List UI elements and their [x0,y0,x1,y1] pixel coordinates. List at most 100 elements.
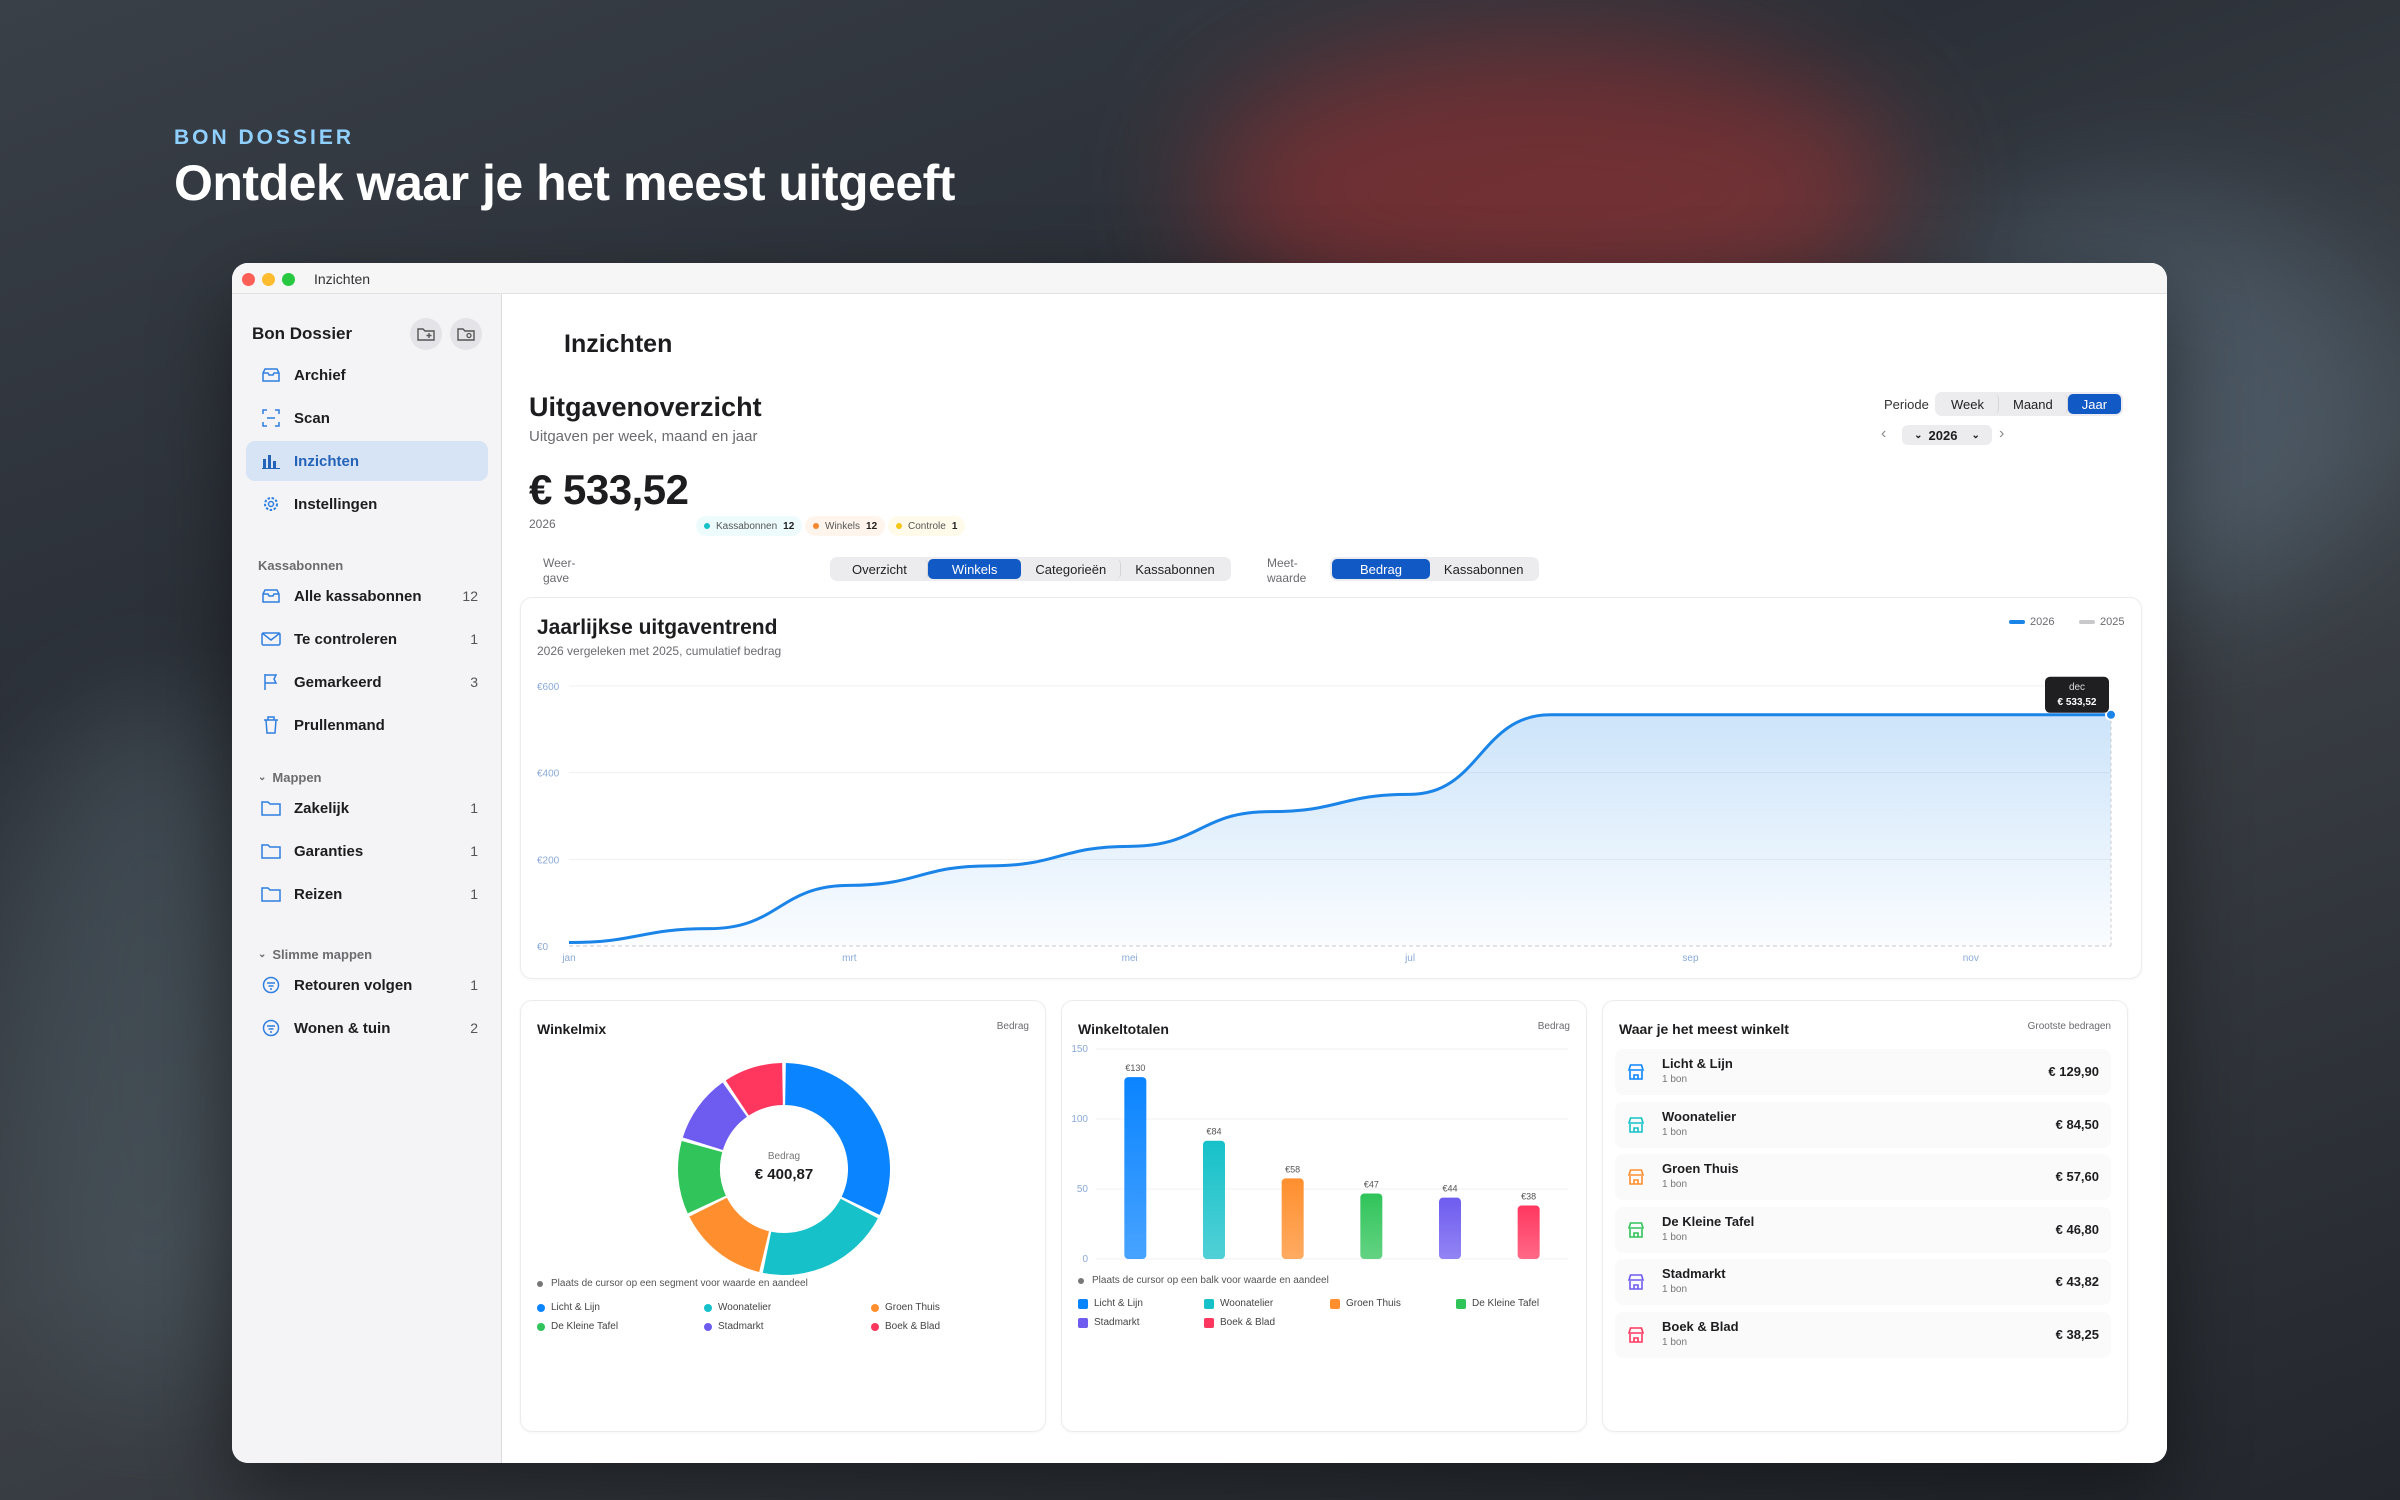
sidebar: Bon Dossier Archief Scan Inzichten Inste… [232,294,502,1463]
legend-item: Woonatelier [1204,1298,1330,1309]
periode-jaar[interactable]: Jaar [2067,394,2122,414]
store-row[interactable]: Groen Thuis 1 bon € 57,60 [1615,1154,2111,1200]
bar [1281,1178,1304,1259]
sidebar-item-label: Gemarkeerd [294,673,382,691]
donut-chart[interactable]: Bedrag € 400,87 [521,1031,1047,1311]
year-picker[interactable]: ⌄ 2026 ⌄ [1902,425,1992,445]
sidebar-item-te-controleren[interactable]: Te controleren 1 [246,619,488,659]
sidebar-item-prullenmand[interactable]: Prullenmand [246,705,488,745]
legend-swatch [1456,1298,1466,1309]
x-tick-label: jul [1404,953,1415,964]
close-window-button[interactable] [242,273,255,286]
weergave-winkels[interactable]: Winkels [927,559,1022,579]
next-year-button[interactable]: › [1999,425,2004,443]
legend-label: Stadmarkt [1094,1317,1140,1328]
sidebar-item-zakelijk[interactable]: Zakelijk 1 [246,788,488,828]
sidebar-item-retouren-volgen[interactable]: Retouren volgen 1 [246,965,488,1005]
sidebar-item-reizen[interactable]: Reizen 1 [246,874,488,914]
sidebar-item-scan[interactable]: Scan [246,398,488,438]
tooltip-month: dec [2069,682,2085,693]
sidebar-item-inzichten[interactable]: Inzichten [246,441,488,481]
legend-label: Licht & Lijn [551,1302,600,1313]
legend-item: Stadmarkt [1078,1317,1204,1328]
trend-chart[interactable]: €600 €400 €200 €0 jan mrt mei jul sep nov dec € 533… [521,598,2141,978]
store-row[interactable]: De Kleine Tafel 1 bon € 46,80 [1615,1206,2111,1253]
previous-year-button[interactable]: ‹ [1881,425,1886,443]
sidebar-item-garanties[interactable]: Garanties 1 [246,831,488,871]
legend-swatch [704,1303,712,1312]
store-receipts: 1 bon [1662,1126,1688,1138]
store-receipts: 1 bon [1662,1074,1688,1085]
weergave-label-line: gave [543,571,570,585]
legend-swatch [537,1303,545,1312]
legend-item: De Kleine Tafel [537,1321,704,1332]
storefront-icon [1627,1274,1645,1290]
periode-maand[interactable]: Maand [1999,394,2068,414]
legend-swatch [1078,1298,1088,1309]
chevron-down-icon: ⌄ [1971,429,1980,441]
sidebar-item-count: 1 [470,843,478,859]
weergave-kassabonnen[interactable]: Kassabonnen [1121,559,1229,579]
legend-label: Stadmarkt [718,1321,764,1332]
chevron-down-icon: ⌄ [1914,429,1923,441]
store-row[interactable]: Licht & Lijn 1 bon € 129,90 [1615,1049,2111,1095]
store-receipts: 1 bon [1662,1179,1688,1190]
sidebar-item-instellingen[interactable]: Instellingen [246,484,488,524]
x-tick-label: sep [1682,953,1699,964]
weergave-overzicht[interactable]: Overzicht [832,559,928,579]
weergave-segmented-control: Overzicht Winkels Categorieën Kassabonne… [830,557,1231,581]
legend-label: Woonatelier [1220,1298,1274,1309]
legend-swatch [1330,1298,1340,1309]
bar-chart[interactable]: 150 100 50 0 €130 €84 €58 €47 €44 €38 [1062,1001,1588,1271]
chip-controle: Controle 1 [888,516,966,536]
store-amount: € 84,50 [2055,1116,2099,1132]
sidebar-item-wonen-tuin[interactable]: Wonen & tuin 2 [246,1008,488,1048]
sidebar-section-label: Mappen [272,770,322,785]
chip-dot [813,523,819,529]
hero-title: Ontdek waar je het meest uitgeeft [174,155,955,211]
store-row[interactable]: Boek & Blad 1 bon € 38,25 [1615,1311,2111,1358]
folder-plus-icon [417,328,435,341]
sidebar-item-label: Instellingen [294,495,378,513]
store-name: Licht & Lijn [1662,1056,1733,1071]
sidebar-item-gemarkeerd[interactable]: Gemarkeerd 3 [246,662,488,702]
chip-kassabonnen: Kassabonnen 12 [696,516,803,536]
zoom-window-button[interactable] [282,273,295,286]
meetwaarde-bedrag[interactable]: Bedrag [1332,559,1430,579]
sidebar-section-mappen[interactable]: ⌄ Mappen [258,770,322,785]
weergave-categorieen[interactable]: Categorieën [1021,559,1122,579]
sidebar-item-alle-kassabonnen[interactable]: Alle kassabonnen 12 [246,576,488,616]
y-tick-label: €600 [537,682,560,693]
sidebar-item-label: Zakelijk [294,799,350,817]
sidebar-item-label: Te controleren [294,630,398,648]
sidebar-section-kassabonnen: Kassabonnen [258,558,344,573]
chip-winkels: Winkels 12 [805,516,886,536]
periode-week[interactable]: Week [1937,394,1999,414]
new-folder-button[interactable] [410,318,442,350]
legend-swatch [1204,1298,1214,1309]
chip-count: 12 [783,520,795,532]
chip-label: Controle [908,520,946,532]
sidebar-item-label: Archief [294,366,346,384]
sidebar-item-label: Inzichten [294,452,360,470]
y-tick-label: 50 [1077,1184,1089,1195]
envelope-icon [260,628,282,650]
bar-value-label: €44 [1442,1184,1457,1194]
window-title: Inzichten [314,271,371,287]
minimize-window-button[interactable] [262,273,275,286]
chip-count: 1 [951,520,958,532]
bar-value-label: €38 [1521,1191,1536,1201]
periode-segmented-control: Week Maand Jaar [1935,392,2124,416]
store-row[interactable]: Stadmarkt 1 bon € 43,82 [1615,1259,2111,1305]
sidebar-item-count: 12 [462,588,478,604]
store-row[interactable]: Woonatelier 1 bon € 84,50 [1615,1101,2111,1148]
winkeltotalen-card: Winkeltotalen Bedrag 150 100 50 0 €130 €84 €58… [1061,1000,1587,1432]
meetwaarde-label: Meet- waarde [1267,556,1306,586]
sidebar-section-slimme-mappen[interactable]: ⌄ Slimme mappen [258,947,372,962]
meetwaarde-label-line: Meet- [1267,556,1298,570]
new-smart-folder-button[interactable] [450,318,482,350]
chip-label: Winkels [825,520,861,532]
sidebar-item-archief[interactable]: Archief [246,355,488,395]
meetwaarde-kassabonnen[interactable]: Kassabonnen [1430,559,1538,579]
y-tick-label: 100 [1071,1114,1088,1125]
